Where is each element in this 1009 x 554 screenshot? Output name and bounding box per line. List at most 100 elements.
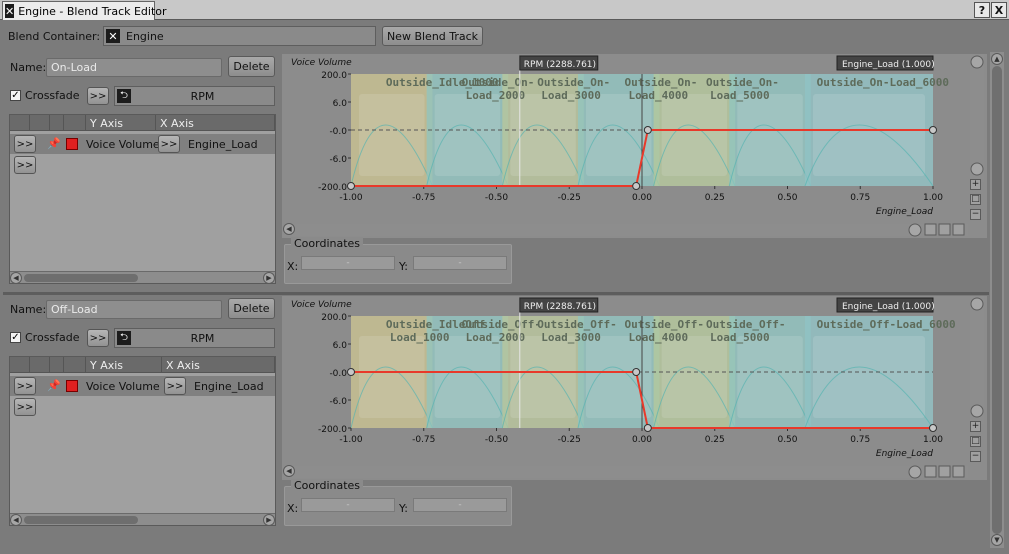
table-horizontal-scrollbar[interactable]: ◀ ▶: [10, 271, 275, 284]
x-coord-field[interactable]: -: [301, 256, 395, 270]
window-tab[interactable]: ✕ Engine - Blend Track Editor: [2, 1, 167, 20]
rpm-select-button[interactable]: >>: [87, 329, 109, 347]
x-axis-title: Engine_Load: [876, 207, 933, 217]
table-row[interactable]: >> 📌 Voice Volume >> Engine_Load: [10, 134, 275, 154]
rpm-select-button[interactable]: >>: [87, 87, 109, 105]
help-button[interactable]: ?: [974, 2, 990, 18]
x-coord-field[interactable]: -: [301, 498, 395, 512]
track-divider[interactable]: [3, 292, 989, 295]
scroll-thumb[interactable]: [24, 516, 138, 524]
graph-scroll-left-icon[interactable]: ◀: [283, 465, 295, 477]
y-axis-title: Voice Volume: [291, 58, 352, 68]
graph-hscroll: [282, 466, 968, 478]
sound-label: Load_4000: [629, 89, 689, 102]
add-row-button[interactable]: >>: [14, 398, 36, 416]
curve-point[interactable]: [632, 368, 641, 376]
y-coord-label: Y:: [399, 502, 408, 515]
blend-graph-on-load[interactable]: Outside_Idle_1000 Outside_On- Load_2000 Out…: [282, 54, 987, 238]
blend-graph-svg[interactable]: Outside_Idle_1000Outside_On-Load_2000Out…: [282, 54, 987, 238]
curve-point[interactable]: [347, 368, 355, 376]
scroll-thumb[interactable]: [992, 66, 1002, 534]
rpm-field[interactable]: ⮌ RPM: [114, 86, 275, 106]
blend-graph-off-load[interactable]: Outside_IdleOff Load_1000 Outside_Off- Load…: [282, 296, 987, 480]
zoom-out-icon[interactable]: −: [970, 451, 981, 462]
scroll-left-icon[interactable]: ◀: [10, 514, 22, 526]
color-swatch[interactable]: [66, 138, 78, 150]
sound-region-inner: [737, 94, 803, 176]
pin-icon[interactable]: 📌: [47, 137, 61, 150]
graph-scroll-up-icon: [970, 297, 984, 311]
add-row-button[interactable]: >>: [14, 156, 36, 174]
name-label: Name:: [10, 61, 47, 74]
curve-point[interactable]: [929, 424, 937, 432]
x-tick-label: -0.50: [485, 193, 509, 203]
curve-point[interactable]: [632, 182, 641, 190]
y-coord-field[interactable]: -: [413, 498, 507, 512]
table-row[interactable]: >> 📌 Voice Volume >> Engine_Load: [10, 376, 275, 396]
close-button[interactable]: X: [991, 2, 1007, 18]
curve-point[interactable]: [643, 126, 652, 134]
sound-label: Outside_Off-: [537, 318, 616, 331]
zoom-in-icon[interactable]: +: [970, 179, 981, 190]
scroll-right-icon[interactable]: ▶: [263, 514, 275, 526]
scroll-down-icon[interactable]: ▼: [991, 534, 1003, 546]
engine-load-marker-label: Engine_Load (1.000): [842, 60, 935, 70]
scroll-left-icon[interactable]: ◀: [10, 272, 22, 284]
track-name-input[interactable]: On-Load: [46, 58, 222, 77]
expand-button[interactable]: >>: [14, 377, 36, 395]
zoom-fit-icon[interactable]: □: [970, 194, 981, 205]
graph-scroll-right-icon: [908, 465, 922, 479]
track-name-input[interactable]: Off-Load: [46, 300, 222, 319]
delete-track-button[interactable]: Delete: [228, 56, 275, 77]
h-zoom-out-icon: [952, 223, 965, 236]
y-coord-field[interactable]: -: [413, 256, 507, 270]
rpm-field[interactable]: ⮌ RPM: [114, 328, 275, 348]
sound-label: Load_2000: [466, 331, 526, 344]
y-coord-label: Y:: [399, 260, 408, 273]
sound-region-inner: [661, 336, 728, 418]
graph-scroll-left-icon[interactable]: ◀: [283, 223, 295, 235]
scroll-right-icon[interactable]: ▶: [263, 272, 275, 284]
x-tick-label: 0.00: [632, 193, 652, 203]
blend-graph-svg[interactable]: Outside_IdleOffLoad_1000Outside_Off-Load…: [282, 296, 987, 480]
x-coord-label: X:: [287, 260, 299, 273]
zoom-fit-icon[interactable]: □: [970, 436, 981, 447]
blend-container-field[interactable]: ✕ Engine: [103, 26, 376, 46]
parameter-table: Y Axis X Axis >> 📌 Voice Volume >> Engin…: [9, 114, 276, 284]
crossfade-checkbox[interactable]: ✓: [10, 332, 21, 343]
sound-label: Outside_On-: [537, 76, 610, 89]
sound-label: Load_3000: [541, 331, 601, 344]
expand-button[interactable]: >>: [14, 135, 36, 153]
delete-track-button[interactable]: Delete: [228, 298, 275, 319]
x-tick-label: 0.75: [850, 435, 870, 445]
table-horizontal-scrollbar[interactable]: ◀ ▶: [10, 513, 275, 526]
x-axis-select-button[interactable]: >>: [158, 135, 180, 153]
crossfade-checkbox[interactable]: ✓: [10, 90, 21, 101]
sound-label: Load_5000: [710, 89, 770, 102]
main-vertical-scrollbar[interactable]: ▲ ▼: [990, 52, 1004, 548]
curve-point[interactable]: [929, 126, 937, 134]
x-tick-label: 1.00: [923, 435, 943, 445]
sound-label: Outside_Off-: [462, 318, 541, 331]
col-y-axis: Y Axis: [86, 115, 156, 131]
sound-label: Outside_On-: [625, 76, 698, 89]
scroll-up-icon[interactable]: ▲: [991, 53, 1003, 65]
new-blend-track-button[interactable]: New Blend Track: [382, 26, 483, 46]
table-header: Y Axis X Axis: [10, 115, 275, 131]
x-axis-value: Engine_Load: [194, 380, 264, 393]
x-axis-select-button[interactable]: >>: [164, 377, 186, 395]
sound-region-inner: [359, 336, 425, 418]
curve-point[interactable]: [643, 424, 652, 432]
x-tick-label: 0.50: [777, 435, 797, 445]
scroll-thumb[interactable]: [24, 274, 138, 282]
zoom-out-icon[interactable]: −: [970, 209, 981, 220]
zoom-in-icon[interactable]: +: [970, 421, 981, 432]
h-zoom-fit-icon: [938, 223, 951, 236]
pin-icon[interactable]: 📌: [47, 379, 61, 392]
curve-point[interactable]: [347, 182, 355, 190]
color-swatch[interactable]: [66, 380, 78, 392]
y-tick-label: -6.0: [329, 397, 347, 407]
sound-label: Load_2000: [466, 89, 526, 102]
sound-region-inner: [359, 94, 425, 176]
sound-region-inner: [661, 94, 728, 176]
